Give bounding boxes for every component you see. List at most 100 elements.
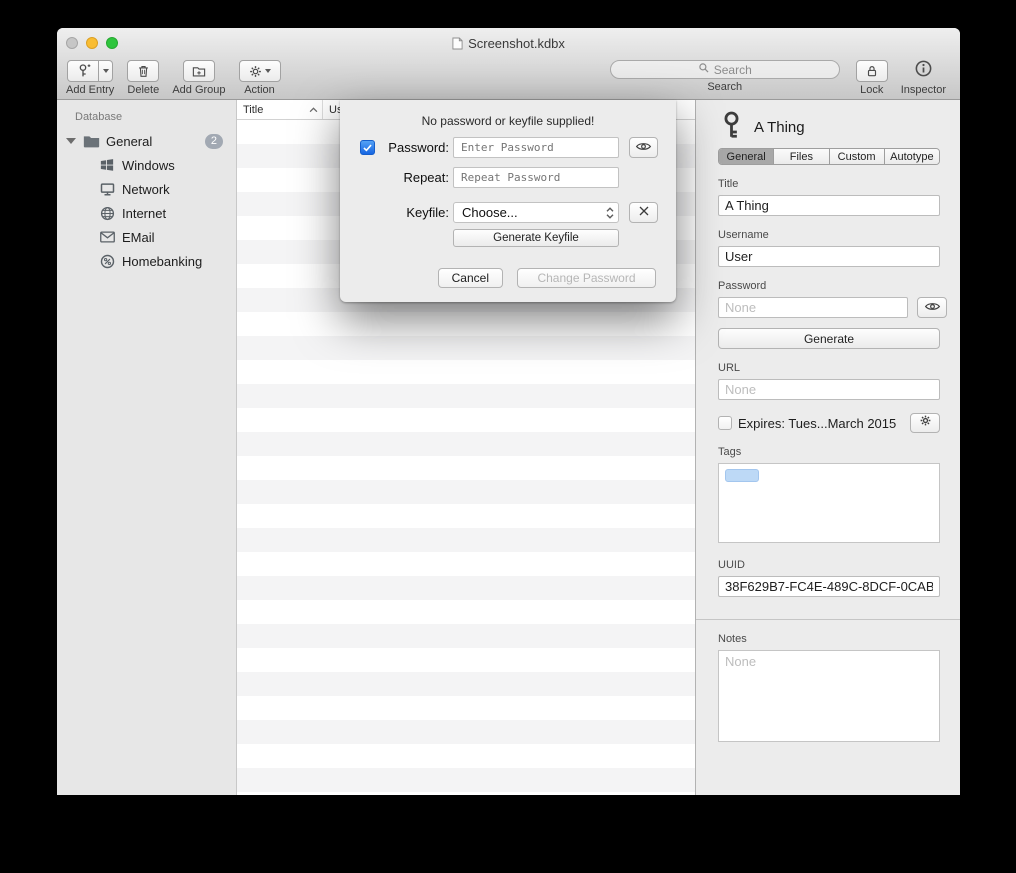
sidebar-item-homebanking[interactable]: Homebanking — [57, 249, 236, 273]
inspector-label: Inspector — [901, 84, 946, 96]
entry-row — [237, 456, 695, 480]
minimize-button[interactable] — [86, 37, 98, 49]
action-label: Action — [244, 84, 275, 96]
add-entry-button[interactable] — [67, 60, 99, 82]
toolbar-add-entry: Add Entry — [66, 60, 114, 96]
chevron-down-icon — [265, 69, 271, 73]
dialog-password-input[interactable] — [453, 137, 619, 158]
titlebar[interactable]: Screenshot.kdbx — [57, 28, 960, 58]
eye-icon — [924, 299, 941, 317]
dialog-message: No password or keyfile supplied! — [340, 114, 676, 128]
expires-checkbox[interactable] — [718, 416, 732, 430]
sidebar-item-email[interactable]: EMail — [57, 225, 236, 249]
inspector-button[interactable] — [914, 60, 933, 82]
dialog-keyfile-row: Keyfile: Choose... — [360, 202, 654, 223]
dialog-buttons: Cancel Change Password — [340, 268, 656, 288]
lock-button[interactable] — [856, 60, 888, 82]
app-window: Screenshot.kdbx Add Entry — [57, 28, 960, 795]
entry-row — [237, 504, 695, 528]
uuid-field[interactable] — [718, 576, 940, 597]
sidebar-group-general[interactable]: General 2 — [57, 129, 236, 153]
column-header-title[interactable]: Title — [237, 100, 323, 119]
password-row — [718, 297, 940, 318]
search-placeholder: Search — [714, 63, 752, 77]
notes-field[interactable] — [718, 650, 940, 742]
show-password-button[interactable] — [917, 297, 947, 318]
notes-label: Notes — [718, 633, 940, 645]
sidebar-group-label: General — [106, 134, 152, 149]
inspector-divider — [696, 619, 960, 620]
generate-keyfile-button[interactable]: Generate Keyfile — [453, 229, 619, 247]
inspector-panel: A Thing General Files Custom Autotype Ti… — [695, 100, 960, 795]
sidebar-section-header: Database — [57, 107, 236, 129]
dialog-repeat-input[interactable] — [453, 167, 619, 188]
add-group-button[interactable] — [183, 60, 215, 82]
password-checkbox[interactable] — [360, 140, 375, 155]
expires-settings-button[interactable] — [910, 413, 940, 433]
delete-label: Delete — [127, 84, 159, 96]
add-entry-label: Add Entry — [66, 84, 114, 96]
inspector-tabs: General Files Custom Autotype — [718, 148, 940, 165]
close-button[interactable] — [66, 37, 78, 49]
sidebar-item-internet[interactable]: Internet — [57, 201, 236, 225]
document-icon — [452, 37, 463, 50]
gear-icon — [919, 414, 932, 432]
x-icon — [638, 204, 650, 222]
sidebar-item-label: Homebanking — [122, 254, 202, 269]
entry-row — [237, 528, 695, 552]
tags-box[interactable] — [718, 463, 940, 543]
title-field[interactable] — [718, 195, 940, 216]
username-field[interactable] — [718, 246, 940, 267]
keyfile-popup-value: Choose... — [462, 205, 518, 220]
add-group-label: Add Group — [172, 84, 225, 96]
window-chrome: Screenshot.kdbx Add Entry — [57, 28, 960, 100]
checkmark-icon — [363, 139, 372, 157]
keyfile-popup[interactable]: Choose... — [453, 202, 619, 223]
tab-autotype[interactable]: Autotype — [885, 149, 939, 164]
dialog-password-row: Password: — [360, 137, 654, 158]
toolbar-delete: Delete — [127, 60, 159, 96]
clear-keyfile-button[interactable] — [629, 202, 658, 223]
globe-icon — [98, 205, 116, 221]
sidebar-item-windows[interactable]: Windows — [57, 153, 236, 177]
tab-files[interactable]: Files — [774, 149, 829, 164]
zoom-button[interactable] — [106, 37, 118, 49]
lock-label: Lock — [860, 84, 883, 96]
sidebar-item-network[interactable]: Network — [57, 177, 236, 201]
disclosure-triangle-icon[interactable] — [66, 138, 76, 144]
username-field-label: Username — [718, 229, 940, 241]
action-button[interactable] — [239, 60, 281, 82]
dialog-repeat-label: Repeat: — [379, 170, 449, 185]
password-field[interactable] — [718, 297, 908, 318]
delete-button[interactable] — [127, 60, 159, 82]
folder-plus-icon — [191, 64, 207, 79]
entry-row — [237, 312, 695, 336]
tag-pill[interactable] — [725, 469, 759, 482]
entry-title: A Thing — [754, 119, 805, 136]
entry-row — [237, 600, 695, 624]
key-plus-icon — [75, 63, 91, 79]
inspector-header: A Thing — [718, 109, 940, 145]
search-input[interactable]: Search — [610, 60, 840, 79]
chevron-down-icon — [103, 69, 109, 73]
add-entry-dropdown[interactable] — [99, 60, 113, 82]
sidebar: Database General 2 Windows Network — [57, 100, 237, 795]
show-dialog-password-button[interactable] — [629, 137, 658, 158]
cancel-button[interactable]: Cancel — [438, 268, 503, 288]
entry-count-badge: 2 — [205, 134, 223, 149]
generate-password-button[interactable]: Generate — [718, 328, 940, 349]
entry-row — [237, 720, 695, 744]
key-icon — [718, 110, 745, 145]
network-icon — [98, 181, 116, 197]
tab-general[interactable]: General — [719, 149, 774, 164]
url-field[interactable] — [718, 379, 940, 400]
entry-row — [237, 408, 695, 432]
entry-row — [237, 336, 695, 360]
password-field-label: Password — [718, 280, 940, 292]
window-title: Screenshot.kdbx — [468, 36, 565, 51]
coin-icon — [98, 253, 116, 269]
tab-custom[interactable]: Custom — [830, 149, 885, 164]
sidebar-item-label: Internet — [122, 206, 166, 221]
change-password-button[interactable]: Change Password — [517, 268, 656, 288]
tags-label: Tags — [718, 446, 940, 458]
